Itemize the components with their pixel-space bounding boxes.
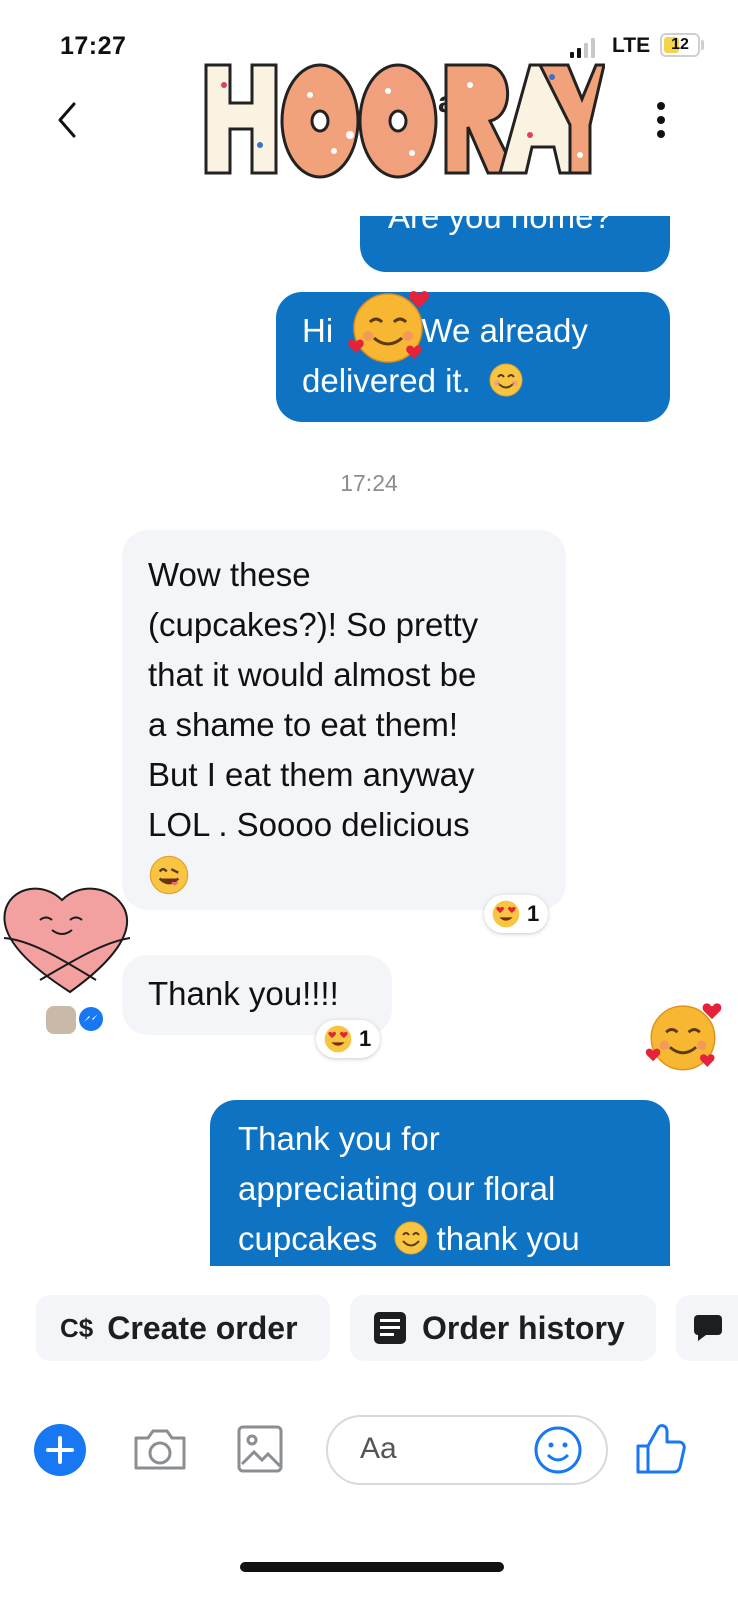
message-out-partial[interactable]: Are you home? xyxy=(360,216,670,272)
message-out[interactable]: Thank you for appreciating our floral cu… xyxy=(210,1100,670,1266)
more-options-button[interactable] xyxy=(654,100,668,140)
back-button[interactable] xyxy=(50,98,88,142)
message-line: Thank you for xyxy=(238,1120,440,1157)
more-chip[interactable] xyxy=(676,1295,738,1361)
message-line: a shame to eat them! xyxy=(148,706,459,743)
message-line: LOL . Soooo delicious xyxy=(148,806,470,843)
reaction-count: 1 xyxy=(359,1026,372,1051)
network-type: LTE xyxy=(612,34,651,57)
chat-bubbles-icon xyxy=(694,1315,722,1341)
message-line: (cupcakes?)! So pretty xyxy=(148,606,479,643)
currency-icon: C$ xyxy=(60,1312,94,1343)
reaction-badge[interactable]: 1 xyxy=(316,1020,381,1058)
message-input-placeholder: Aa xyxy=(360,1432,397,1465)
heart-hug-sticker xyxy=(3,887,131,994)
status-time: 17:27 xyxy=(60,32,127,60)
reaction-badge[interactable]: 1 xyxy=(484,895,549,933)
message-text: thank you xyxy=(436,1220,580,1257)
plus-icon xyxy=(46,1436,74,1464)
message-text: Thank you!!!! xyxy=(148,975,339,1012)
message-in[interactable]: Wow these (cupcakes?)! So pretty that it… xyxy=(122,530,566,910)
home-indicator xyxy=(240,1562,504,1572)
battery-icon: 12 xyxy=(660,33,700,57)
chip-label: Create order xyxy=(107,1309,298,1346)
like-icon[interactable] xyxy=(634,1420,688,1476)
hooray-sticker xyxy=(200,55,606,185)
message-line: But I eat them anyway xyxy=(148,756,475,793)
camera-icon[interactable] xyxy=(132,1426,188,1472)
message-text: Are you home? xyxy=(388,216,612,235)
message-timestamp: 17:24 xyxy=(340,470,398,496)
emoji-icon[interactable] xyxy=(532,1424,584,1476)
more-vertical-icon xyxy=(657,102,665,138)
message-line: Wow these xyxy=(148,556,311,593)
message-line: appreciating our floral xyxy=(238,1170,556,1207)
chip-label: Order history xyxy=(422,1309,625,1346)
add-button[interactable] xyxy=(34,1424,86,1476)
heart-eyes-icon xyxy=(324,1025,352,1053)
avatar[interactable] xyxy=(46,1006,76,1034)
reaction-count: 1 xyxy=(527,901,540,926)
smiling-face-with-hearts-sticker xyxy=(348,291,430,363)
chevron-left-icon xyxy=(58,102,76,138)
message-line: that it would almost be xyxy=(148,656,477,693)
message-text: Hi xyxy=(302,312,334,349)
create-order-chip[interactable]: C$ Create order xyxy=(36,1295,330,1361)
smiling-face-icon xyxy=(489,363,523,397)
smiling-face-with-hearts-sticker xyxy=(645,1003,722,1071)
yum-face-icon xyxy=(149,855,189,895)
receipt-icon xyxy=(374,1312,406,1344)
smiling-face-icon xyxy=(394,1221,428,1255)
order-history-chip[interactable]: Order history xyxy=(350,1295,656,1361)
heart-eyes-icon xyxy=(492,900,520,928)
gallery-icon[interactable] xyxy=(236,1424,284,1474)
message-text: cupcakes xyxy=(238,1220,378,1257)
battery-level: 12 xyxy=(671,36,689,53)
message-out[interactable]: Hi. We already delivered it. xyxy=(276,292,670,422)
messenger-badge-icon xyxy=(77,1005,105,1033)
battery-tip xyxy=(701,40,704,50)
